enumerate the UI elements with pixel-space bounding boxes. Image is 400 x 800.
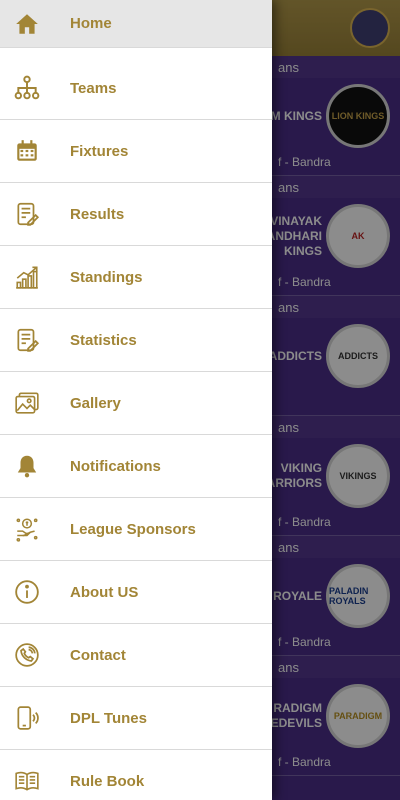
drawer-item-label: Statistics xyxy=(70,331,137,349)
venue-text: f - Bandra xyxy=(278,155,331,169)
document-edit-icon xyxy=(14,201,40,227)
mobile-sound-icon xyxy=(14,705,40,731)
venue-text: f - Bandra xyxy=(278,635,331,649)
drawer-item-league-sponsors[interactable]: League Sponsors xyxy=(0,498,272,561)
venue-text: f - Bandra xyxy=(278,755,331,769)
drawer-item-contact[interactable]: Contact xyxy=(0,624,272,687)
drawer-item-label: Contact xyxy=(70,646,126,664)
drawer-item-standings[interactable]: Standings xyxy=(0,246,272,309)
drawer-item-label: DPL Tunes xyxy=(70,709,147,727)
phone-icon xyxy=(14,642,40,668)
bell-icon xyxy=(14,453,40,479)
league-logo xyxy=(350,8,390,48)
drawer-item-label: Standings xyxy=(70,268,143,286)
drawer-item-teams[interactable]: Teams xyxy=(0,57,272,120)
team-logo: PALADIN ROYALS xyxy=(326,564,390,628)
drawer-item-notifications[interactable]: Notifications xyxy=(0,435,272,498)
org-chart-icon xyxy=(14,75,40,101)
drawer-item-label: Teams xyxy=(70,79,117,97)
team-logo: AK xyxy=(326,204,390,268)
book-icon xyxy=(14,768,40,794)
drawer-item-statistics[interactable]: Statistics xyxy=(0,309,272,372)
drawer-item-gallery[interactable]: Gallery xyxy=(0,372,272,435)
drawer-item-about-us[interactable]: About US xyxy=(0,561,272,624)
venue-text: f - Bandra xyxy=(278,275,331,289)
drawer-item-label: About US xyxy=(70,583,139,601)
drawer-item-dpl-tunes[interactable]: DPL Tunes xyxy=(0,687,272,750)
drawer-item-rule-book[interactable]: Rule Book xyxy=(0,750,272,800)
sponsor-icon xyxy=(14,516,40,542)
drawer-item-label: Notifications xyxy=(70,457,161,475)
chart-up-icon xyxy=(14,264,40,290)
drawer-item-label: Home xyxy=(70,15,112,32)
navigation-drawer: Home Teams Fixtures Results Standings St… xyxy=(0,0,272,800)
drawer-item-label: Gallery xyxy=(70,394,121,412)
info-icon xyxy=(14,579,40,605)
image-icon xyxy=(14,390,40,416)
team-logo: ADDICTS xyxy=(326,324,390,388)
drawer-item-label: Rule Book xyxy=(70,772,145,790)
drawer-item-home[interactable]: Home xyxy=(0,0,272,48)
drawer-item-results[interactable]: Results xyxy=(0,183,272,246)
home-icon xyxy=(14,11,40,37)
calendar-icon xyxy=(14,138,40,164)
drawer-item-label: League Sponsors xyxy=(70,520,196,538)
drawer-item-fixtures[interactable]: Fixtures xyxy=(0,120,272,183)
team-logo: PARADIGM xyxy=(326,684,390,748)
drawer-item-label: Fixtures xyxy=(70,142,129,160)
venue-text: f - Bandra xyxy=(278,515,331,529)
document-edit-icon xyxy=(14,327,40,353)
team-logo: VIKINGS xyxy=(326,444,390,508)
drawer-item-label: Results xyxy=(70,205,125,223)
team-logo: LION KINGS xyxy=(326,84,390,148)
